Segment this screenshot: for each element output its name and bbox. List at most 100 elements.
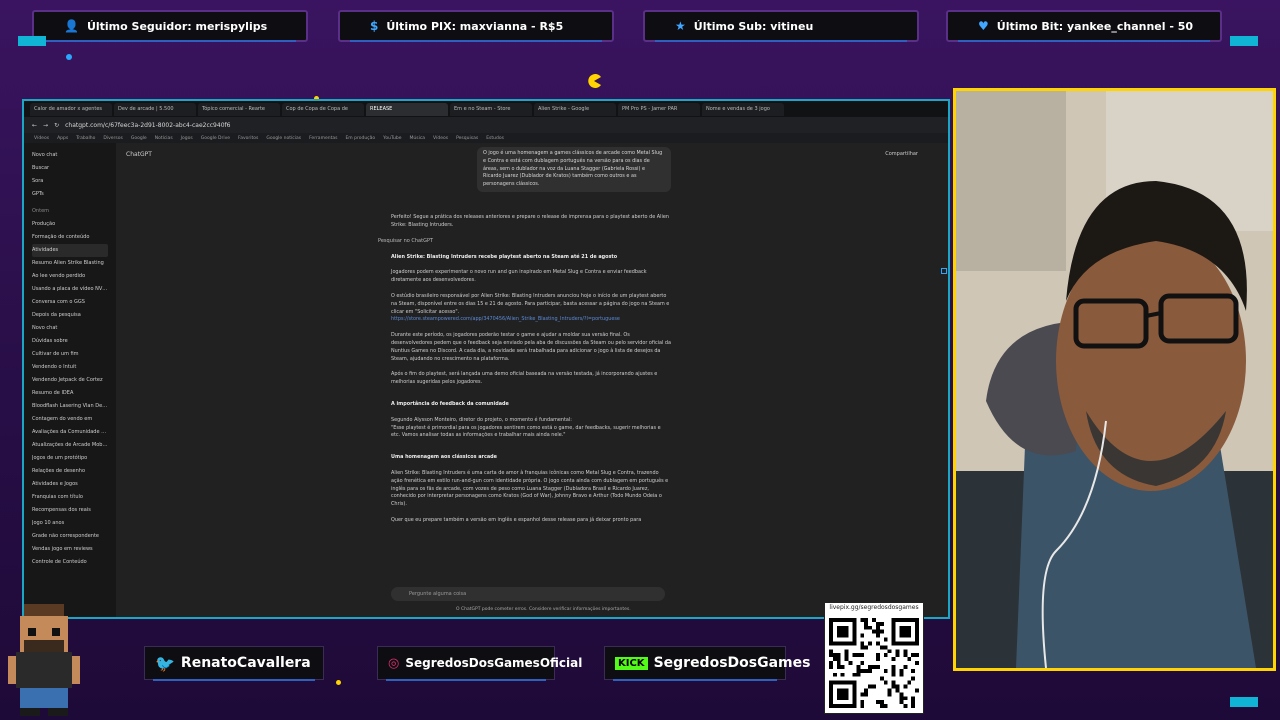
sidebar-action[interactable]: Sora <box>32 175 108 188</box>
bookmark-item[interactable]: Trabalho <box>76 136 95 141</box>
prompt-input[interactable]: Pergunte alguma coisa <box>391 587 665 601</box>
browser-tab[interactable]: Nome e vendas de 3 jogo <box>702 102 784 116</box>
decor-tag <box>1230 36 1258 46</box>
qr-code-icon <box>828 617 920 709</box>
scroll-indicator <box>941 268 947 274</box>
sidebar-chat-item[interactable]: Produção <box>32 218 108 231</box>
sidebar-action[interactable]: Novo chat <box>32 149 108 162</box>
browser-tab[interactable]: Cop de Copa de Copa de <box>282 102 364 116</box>
bookmark-item[interactable]: Ferramentas <box>309 136 337 141</box>
sidebar-chat-item[interactable]: Contagem do vendo em <box>32 413 108 426</box>
qr-module <box>891 664 896 669</box>
qr-module <box>860 653 865 658</box>
qr-module <box>852 653 857 658</box>
assistant-intro: Perfeito! Segue a prática dos releases a… <box>391 213 669 228</box>
sidebar-chat-item[interactable]: Formação de conteúdo <box>32 231 108 244</box>
last-follower-alert: 👤 Último Seguidor: merispylips <box>32 10 308 42</box>
disclaimer-text: O ChatGPT pode cometer erros. Considere … <box>456 607 631 612</box>
sidebar-chat-item[interactable]: Atividades <box>32 244 108 257</box>
qr-module <box>899 668 904 673</box>
heart-icon: ♥ <box>978 19 989 33</box>
back-icon[interactable]: ← <box>32 122 37 129</box>
instagram-badge: ◎ SegredosDosGamesOficial <box>377 646 582 681</box>
bookmark-item[interactable]: Google notícias <box>266 136 301 141</box>
bookmark-item[interactable]: Música <box>409 136 425 141</box>
qr-module <box>895 653 900 658</box>
reload-icon[interactable]: ↻ <box>54 122 59 129</box>
bookmark-item[interactable]: Jogos <box>181 136 193 141</box>
browser-tab[interactable]: PM Pro PS - Jamer PAR <box>618 102 700 116</box>
twitter-handle: RenatoCavallera <box>180 655 311 671</box>
qr-module <box>836 661 841 665</box>
browser-tab[interactable]: Dev de arcade | 5.500 <box>114 102 196 116</box>
browser-tab[interactable]: Calor de amador x agentes <box>30 102 112 116</box>
forward-icon[interactable]: → <box>43 122 48 129</box>
sidebar-chat-item[interactable]: Vendas jogo em reviews <box>32 543 108 556</box>
qr-module <box>860 692 865 697</box>
sidebar-chat-item[interactable]: Atualizações de Arcade Mobile <box>32 439 108 452</box>
browser-tab[interactable]: Alien Strike - Google <box>534 102 616 116</box>
bookmark-item[interactable]: Estudos <box>486 136 504 141</box>
qr-module <box>875 621 880 626</box>
bookmark-item[interactable]: Google Drive <box>201 136 230 141</box>
release-paragraph: Alien Strike: Blasting Intruders é uma c… <box>391 469 669 508</box>
bookmark-item[interactable]: Apps <box>57 136 68 141</box>
sidebar-chat-item[interactable]: Vendendo Jetpack de Cortez <box>32 374 108 387</box>
sidebar-action[interactable]: Buscar <box>32 162 108 175</box>
sidebar-chat-item[interactable]: Relações de desenho <box>32 465 108 478</box>
sidebar-chat-item[interactable]: Atividades e Jogos <box>32 478 108 491</box>
sidebar-action[interactable]: GPTs <box>32 188 108 201</box>
sidebar-chat-item[interactable]: Franquias com título <box>32 491 108 504</box>
bookmark-item[interactable]: Diversos <box>103 136 122 141</box>
bookmark-item[interactable]: Notícias <box>155 136 173 141</box>
sidebar-chat-item[interactable]: Usando a placa de vídeo NVIDIA <box>32 283 108 296</box>
qr-module <box>864 621 869 626</box>
bookmark-item[interactable]: Vídeos <box>34 136 49 141</box>
sidebar-chat-item[interactable]: Resumo Alien Strike Blasting <box>32 257 108 270</box>
sidebar-chat-item[interactable]: Avaliações da Comunidade Steam <box>32 426 108 439</box>
qr-module <box>883 680 888 685</box>
sidebar-chat-item[interactable]: Bloodflash Lasering Vlan Desert <box>32 400 108 413</box>
bookmark-item[interactable]: Google <box>131 136 147 141</box>
sidebar-chat-item[interactable]: Depois da pesquisa <box>32 309 108 322</box>
qr-module <box>860 617 865 622</box>
sidebar-chat-item[interactable]: Jogos de um protótipo <box>32 452 108 465</box>
instagram-handle: SegredosDosGamesOficial <box>405 656 583 670</box>
sidebar-chat-item[interactable]: Controle de Conteúdo <box>32 556 108 569</box>
steam-link[interactable]: https://store.steampowered.com/app/34704… <box>391 316 671 324</box>
sidebar-chat-item[interactable]: Grade não correspondente <box>32 530 108 543</box>
sidebar-chat-item[interactable]: Vendendo o Intuit <box>32 361 108 374</box>
sidebar-chat-item[interactable]: Dúvidas sobre <box>32 335 108 348</box>
bookmark-item[interactable]: Pesquisas <box>456 136 478 141</box>
address-bar: ← → ↻ chatgpt.com/c/67feec3a-2d91-8002-a… <box>24 117 948 133</box>
qr-module <box>887 692 892 697</box>
user-message: O jogo é uma homenagem a games clássicos… <box>477 147 671 192</box>
browser-tab[interactable]: Em e no Steam - Store <box>450 102 532 116</box>
qr-module <box>860 633 865 638</box>
section-heading: Uma homenagem aos clássicos arcade <box>391 454 497 461</box>
bookmark-item[interactable]: Vídeos <box>433 136 448 141</box>
sidebar-chat-item[interactable]: Ao lee vendo perdido <box>32 270 108 283</box>
qr-module <box>891 680 896 685</box>
sidebar-chat-item[interactable]: Recompensas dos reais <box>32 504 108 517</box>
sidebar-chat-item[interactable]: Novo chat <box>32 322 108 335</box>
url-field[interactable]: chatgpt.com/c/67feec3a-2d91-8002-abc4-ca… <box>65 122 230 129</box>
sidebar-chat-item[interactable]: Conversa com o GGS <box>32 296 108 309</box>
qr-module <box>879 700 884 705</box>
sidebar-chat-item[interactable]: Resumo de IDEA <box>32 387 108 400</box>
release-headline: Alien Strike: Blasting Intruders recebe … <box>391 253 618 260</box>
sidebar-chat-item[interactable]: Cultivar de um fim <box>32 348 108 361</box>
pacman-icon <box>588 74 601 88</box>
qr-url: livepix.gg/segredosdosgames <box>829 604 919 611</box>
browser-tab[interactable]: RELEASE <box>366 102 448 116</box>
qr-module <box>915 661 920 665</box>
qr-module <box>840 664 845 669</box>
bookmark-item[interactable]: YouTube <box>383 136 401 141</box>
share-button[interactable]: Compartilhar <box>885 151 918 157</box>
bookmark-item[interactable]: Em produção <box>345 136 375 141</box>
browser-tab[interactable]: Tópico comercial - Rearte <box>198 102 280 116</box>
sidebar-chat-item[interactable]: Jogo 10 anos <box>32 517 108 530</box>
decor-tag <box>18 36 46 46</box>
model-selector[interactable]: ChatGPT <box>126 151 152 158</box>
bookmark-item[interactable]: Favoritos <box>238 136 258 141</box>
